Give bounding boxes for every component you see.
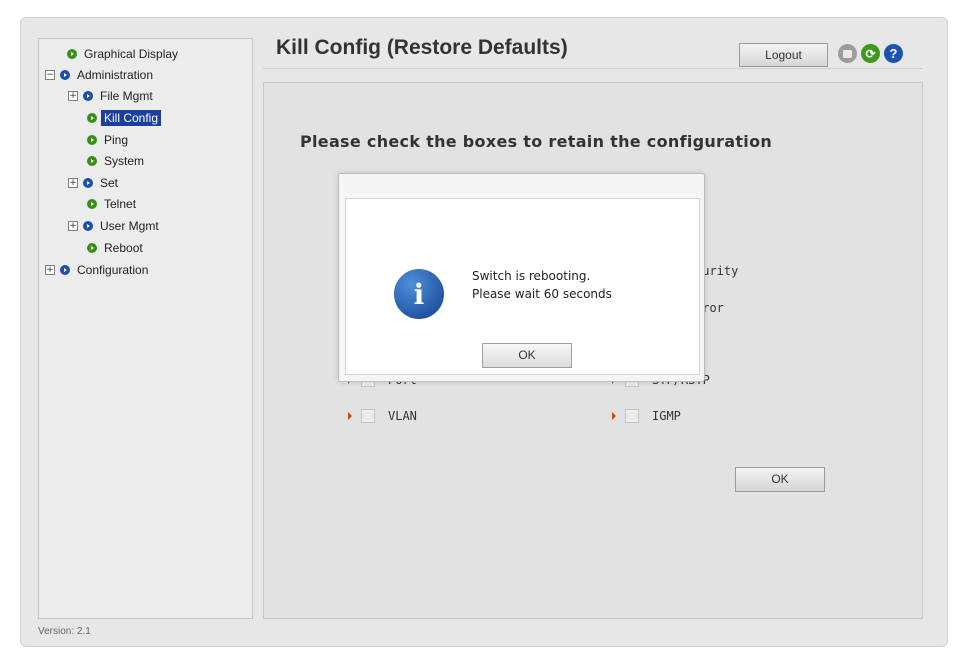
bullet-arrow-icon <box>348 412 352 420</box>
sidebar-item-user-mgmt[interactable]: + User Mgmt <box>68 217 162 235</box>
dialog-message: Switch is rebooting. Please wait 60 seco… <box>472 267 612 303</box>
header-divider <box>263 68 923 69</box>
option-igmp[interactable]: IGMP <box>612 409 681 423</box>
dialog-message-line-2: Please wait 60 seconds <box>472 287 612 301</box>
sidebar-item-graphical-display[interactable]: Graphical Display <box>67 45 181 63</box>
sidebar-item-system[interactable]: System <box>87 152 147 170</box>
page-title: Kill Config (Restore Defaults) <box>276 36 568 59</box>
sidebar-item-set[interactable]: + Set <box>68 174 121 192</box>
sidebar-item-label: Graphical Display <box>84 47 179 61</box>
sidebar-item-label: Administration <box>77 68 154 82</box>
dialog-ok-button[interactable]: OK <box>482 343 572 368</box>
info-icon: i <box>394 269 444 319</box>
sidebar-item-label: Ping <box>104 133 129 147</box>
instruction-text: Please check the boxes to retain the con… <box>300 132 773 151</box>
play-icon <box>60 265 70 275</box>
sidebar-item-label: Set <box>100 176 119 190</box>
sidebar-item-administration[interactable]: − Administration <box>45 66 156 84</box>
sidebar-item-label: Reboot <box>104 241 143 255</box>
play-icon <box>87 156 97 166</box>
sidebar-item-label: File Mgmt <box>100 89 153 103</box>
play-icon <box>87 199 97 209</box>
sidebar-item-label: Configuration <box>77 263 149 277</box>
vlan-checkbox[interactable] <box>361 409 375 423</box>
play-icon <box>87 135 97 145</box>
sidebar-item-telnet[interactable]: Telnet <box>87 195 139 213</box>
bullet-arrow-icon <box>612 412 616 420</box>
sidebar-item-configuration[interactable]: + Configuration <box>45 261 151 279</box>
save-icon[interactable] <box>838 44 857 63</box>
dialog-message-line-1: Switch is rebooting. <box>472 269 591 283</box>
collapse-icon[interactable]: − <box>45 70 55 80</box>
option-label: VLAN <box>388 409 417 423</box>
play-icon <box>67 49 77 59</box>
dialog-body: i Switch is rebooting. Please wait 60 se… <box>345 198 700 375</box>
version-label: Version: 2.1 <box>38 626 91 637</box>
play-icon <box>87 243 97 253</box>
option-vlan[interactable]: VLAN <box>348 409 417 423</box>
sidebar-item-reboot[interactable]: Reboot <box>87 239 146 257</box>
sidebar-item-label: Telnet <box>104 197 137 211</box>
play-icon <box>83 221 93 231</box>
play-icon <box>87 113 97 123</box>
play-icon <box>60 70 70 80</box>
expand-icon[interactable]: + <box>68 178 78 188</box>
sidebar-item-ping[interactable]: Ping <box>87 131 131 149</box>
play-icon <box>83 178 93 188</box>
expand-icon[interactable]: + <box>45 265 55 275</box>
expand-icon[interactable]: + <box>68 91 78 101</box>
refresh-icon[interactable]: ⟳ <box>861 44 880 63</box>
sidebar-item-label: User Mgmt <box>100 219 159 233</box>
expand-icon[interactable]: + <box>68 221 78 231</box>
igmp-checkbox[interactable] <box>625 409 639 423</box>
ok-button[interactable]: OK <box>735 467 825 492</box>
option-label: IGMP <box>652 409 681 423</box>
logout-button[interactable]: Logout <box>739 43 828 67</box>
reboot-dialog: i Switch is rebooting. Please wait 60 se… <box>338 173 705 382</box>
play-icon <box>83 91 93 101</box>
sidebar-item-label: Kill Config <box>101 110 162 126</box>
sidebar-item-label: System <box>104 154 145 168</box>
sidebar-item-kill-config[interactable]: Kill Config <box>87 109 162 127</box>
sidebar-item-file-mgmt[interactable]: + File Mgmt <box>68 87 156 105</box>
help-icon[interactable]: ? <box>884 44 903 63</box>
